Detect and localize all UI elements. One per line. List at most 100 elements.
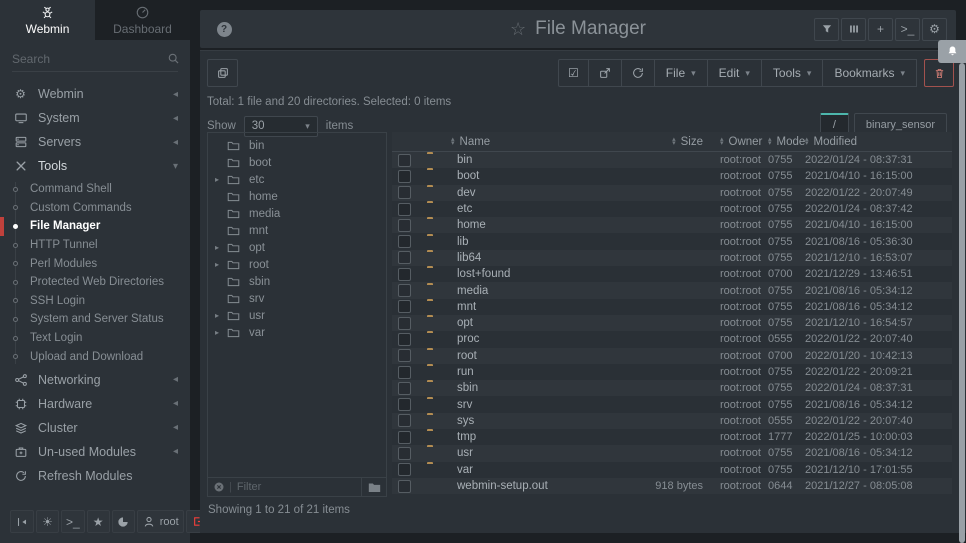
column-header-modified[interactable]: ▴▾Modified	[805, 136, 952, 148]
table-row-bin[interactable]: binroot:root07552022/01/24 - 08:37:31	[392, 152, 952, 168]
row-checkbox[interactable]	[398, 203, 411, 216]
search-input[interactable]	[12, 52, 167, 66]
refresh-button[interactable]	[622, 59, 655, 87]
row-checkbox[interactable]	[398, 235, 411, 248]
select-all-button[interactable]: ☑	[558, 59, 589, 87]
paste-buffer-button[interactable]	[207, 59, 238, 87]
export-button[interactable]	[589, 59, 622, 87]
table-row-tmp[interactable]: tmproot:root17772022/01/25 - 10:00:03	[392, 429, 952, 445]
terminal-button[interactable]: >_	[61, 510, 85, 533]
sidebar-item-http-tunnel[interactable]: HTTP Tunnel	[0, 236, 190, 255]
column-header-owner[interactable]: ▴▾Owner	[710, 136, 768, 148]
row-checkbox[interactable]	[398, 317, 411, 330]
tree-item-usr[interactable]: ▸usr	[208, 307, 386, 324]
tab-dashboard[interactable]: Dashboard	[95, 0, 190, 40]
menu-edit[interactable]: Edit▾	[708, 59, 762, 87]
row-checkbox[interactable]	[398, 480, 411, 493]
table-row-home[interactable]: homeroot:root07552021/04/10 - 16:15:00	[392, 217, 952, 233]
tree-item-srv[interactable]: srv	[208, 290, 386, 307]
sidebar-item-command-shell[interactable]: Command Shell	[0, 180, 190, 199]
row-checkbox[interactable]	[398, 349, 411, 362]
tree-item-var[interactable]: ▸var	[208, 324, 386, 341]
sidebar-item-webmin[interactable]: ⚙Webmin◂	[0, 82, 190, 106]
row-checkbox[interactable]	[398, 398, 411, 411]
tree-item-root[interactable]: ▸root	[208, 256, 386, 273]
sidebar-item-file-manager[interactable]: File Manager	[0, 217, 190, 236]
table-row-srv[interactable]: srvroot:root07552021/08/16 - 05:34:12	[392, 396, 952, 412]
table-row-var[interactable]: varroot:root07552021/12/10 - 17:01:55	[392, 462, 952, 478]
sidebar-item-system-and-server-status[interactable]: System and Server Status	[0, 310, 190, 329]
tab-webmin[interactable]: Webmin	[0, 0, 95, 40]
gear-button[interactable]: ⚙	[922, 18, 947, 41]
tree-item-mnt[interactable]: mnt	[208, 222, 386, 239]
table-row-media[interactable]: mediaroot:root07552021/08/16 - 05:34:12	[392, 282, 952, 298]
filter-placeholder[interactable]: Filter	[237, 481, 261, 493]
tree-item-media[interactable]: media	[208, 205, 386, 222]
table-row-sbin[interactable]: sbinroot:root07552022/01/24 - 08:37:31	[392, 380, 952, 396]
menu-bookmarks[interactable]: Bookmarks▾	[823, 59, 917, 87]
table-row-proc[interactable]: procroot:root05552022/01/22 - 20:07:40	[392, 331, 952, 347]
tree-folder-button[interactable]	[361, 478, 386, 496]
sidebar-item-perl-modules[interactable]: Perl Modules	[0, 254, 190, 273]
menu-file[interactable]: File▾	[655, 59, 708, 87]
sun-button[interactable]: ☀	[36, 510, 59, 533]
table-row-sys[interactable]: sysroot:root05552022/01/22 - 20:07:40	[392, 413, 952, 429]
row-checkbox[interactable]	[398, 219, 411, 232]
sidebar-item-text-login[interactable]: Text Login	[0, 329, 190, 348]
row-checkbox[interactable]	[398, 154, 411, 167]
row-checkbox[interactable]	[398, 300, 411, 313]
sidebar-item-system[interactable]: System◂	[0, 106, 190, 130]
tree-item-opt[interactable]: ▸opt	[208, 239, 386, 256]
table-row-webmin-setup-out[interactable]: webmin-setup.out918 bytesroot:root064420…	[392, 478, 952, 494]
tree-item-sbin[interactable]: sbin	[208, 273, 386, 290]
sidebar-item-tools[interactable]: Tools▾	[0, 154, 190, 178]
star-button[interactable]: ★	[87, 510, 110, 533]
sidebar-item-un-used-modules[interactable]: Un-used Modules◂	[0, 440, 190, 464]
table-row-lib[interactable]: libroot:root07552021/08/16 - 05:36:30	[392, 233, 952, 249]
table-row-root[interactable]: rootroot:root07002022/01/20 - 10:42:13	[392, 348, 952, 364]
table-row-etc[interactable]: etcroot:root07552022/01/24 - 08:37:42	[392, 201, 952, 217]
row-checkbox[interactable]	[398, 268, 411, 281]
row-checkbox[interactable]	[398, 366, 411, 379]
sidebar-item-upload-and-download[interactable]: Upload and Download	[0, 347, 190, 366]
page-scrollbar[interactable]	[959, 63, 965, 543]
table-row-dev[interactable]: devroot:root07552022/01/22 - 20:07:49	[392, 185, 952, 201]
sidebar-item-ssh-login[interactable]: SSH Login	[0, 292, 190, 311]
row-checkbox[interactable]	[398, 447, 411, 460]
sidebar-item-protected-web-directories[interactable]: Protected Web Directories	[0, 273, 190, 292]
help-button[interactable]: ?	[209, 16, 239, 42]
row-checkbox[interactable]	[398, 382, 411, 395]
trash-button[interactable]	[924, 59, 954, 87]
clear-filter-icon[interactable]	[213, 481, 225, 493]
tree-item-boot[interactable]: boot	[208, 154, 386, 171]
row-checkbox[interactable]	[398, 431, 411, 444]
row-checkbox[interactable]	[398, 463, 411, 476]
sidebar-item-networking[interactable]: Networking◂	[0, 368, 190, 392]
column-header-name[interactable]: ▴▾Name	[451, 136, 650, 148]
table-row-lost-found[interactable]: lost+foundroot:root07002021/12/29 - 13:4…	[392, 266, 952, 282]
terminal-button[interactable]: >_	[895, 18, 920, 41]
sidebar-item-cluster[interactable]: Cluster◂	[0, 416, 190, 440]
sidebar-item-servers[interactable]: Servers◂	[0, 130, 190, 154]
row-checkbox[interactable]	[398, 333, 411, 346]
row-checkbox[interactable]	[398, 186, 411, 199]
columns-button[interactable]	[841, 18, 866, 41]
table-row-run[interactable]: runroot:root07552022/01/22 - 20:09:21	[392, 364, 952, 380]
table-row-lib64[interactable]: lib64root:root07552021/12/10 - 16:53:07	[392, 250, 952, 266]
collapse-button[interactable]	[10, 510, 34, 533]
tree-item-home[interactable]: home	[208, 188, 386, 205]
tree-item-bin[interactable]: bin	[208, 137, 386, 154]
row-checkbox[interactable]	[398, 251, 411, 264]
sidebar-item-hardware[interactable]: Hardware◂	[0, 392, 190, 416]
sidebar-item-refresh-modules[interactable]: Refresh Modules	[0, 464, 190, 488]
table-row-mnt[interactable]: mntroot:root07552021/08/16 - 05:34:12	[392, 299, 952, 315]
column-header-mode[interactable]: ▴▾Mode	[768, 136, 805, 148]
notifications-bell-button[interactable]	[938, 40, 966, 63]
sidebar-item-custom-commands[interactable]: Custom Commands	[0, 199, 190, 218]
row-checkbox[interactable]	[398, 284, 411, 297]
pie-button[interactable]	[112, 510, 135, 533]
user-button[interactable]: root	[137, 510, 184, 533]
plus-button[interactable]: +	[868, 18, 893, 41]
menu-tools[interactable]: Tools▾	[762, 59, 824, 87]
row-checkbox[interactable]	[398, 414, 411, 427]
